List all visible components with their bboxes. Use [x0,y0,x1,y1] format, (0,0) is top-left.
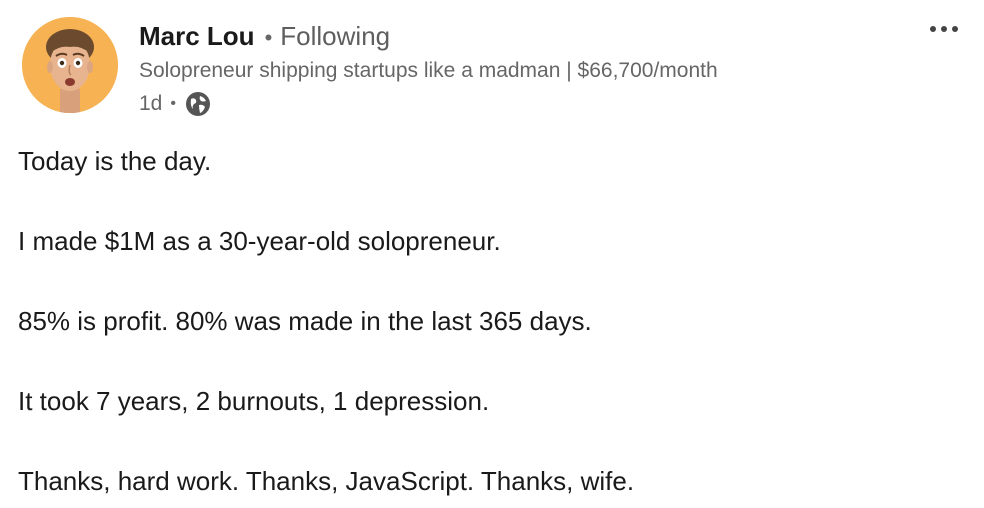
post-text-line: Today is the day. [18,146,212,176]
linkedin-post: Marc Lou • Following Solopreneur shippin… [0,0,984,508]
post-meta: 1d • [139,90,212,118]
post-text-line: 85% is profit. 80% was made in the last … [18,306,592,336]
post-text-line: I made $1M as a 30-year-old solopreneur. [18,226,501,256]
more-options-button[interactable] [925,14,963,44]
post-text-line: Thanks, hard work. Thanks, JavaScript. T… [18,466,635,496]
avatar-face-illustration [22,17,118,113]
following-status[interactable]: Following [280,21,390,52]
post-text-line: It took 7 years, 2 burnouts, 1 depressio… [18,386,490,416]
separator-dot: • [170,95,176,112]
separator-dot: • [264,25,273,50]
author-headline: Solopreneur shipping startups like a mad… [139,59,718,82]
globe-icon [184,90,212,118]
ellipsis-icon [930,26,958,32]
author-name[interactable]: Marc Lou [139,21,255,52]
author-row: Marc Lou • Following [139,21,390,52]
post-timestamp[interactable]: 1d [139,92,162,116]
avatar[interactable] [22,17,118,113]
